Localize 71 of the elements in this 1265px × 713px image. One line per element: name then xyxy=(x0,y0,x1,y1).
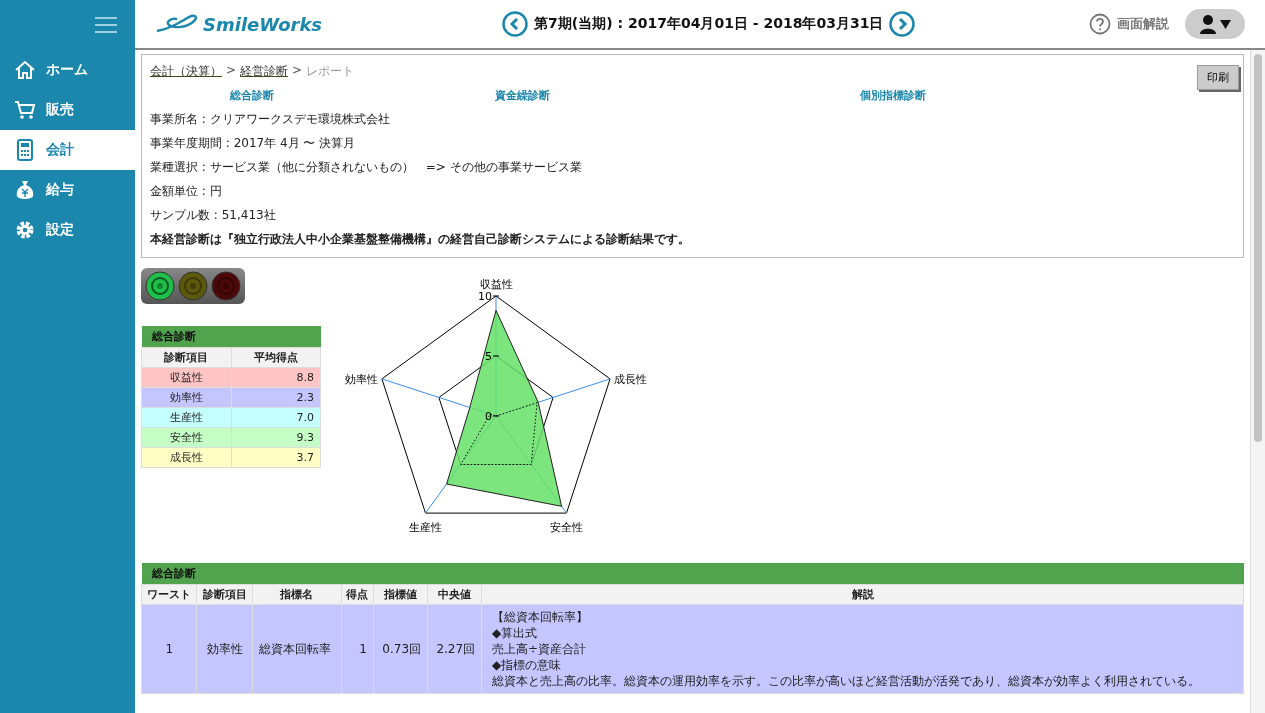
breadcrumb-link[interactable]: 経営診断 xyxy=(240,63,289,80)
table-cell: 収益性 xyxy=(141,367,231,388)
breadcrumb-separator: > xyxy=(292,63,303,79)
help-icon xyxy=(1089,13,1111,35)
caret-icon xyxy=(1220,19,1231,29)
table-title: 総合診断 xyxy=(141,563,1244,585)
column-header: 診断項目 xyxy=(196,584,253,605)
info-line: 業種選択 : サービス業（他に分類されないもの） => その他の事業サービス業 xyxy=(150,159,583,176)
axis-label: 効率性 xyxy=(344,372,378,386)
table-cell: 1 xyxy=(141,604,197,694)
logo[interactable]: SmileWorks xyxy=(155,13,323,35)
sidebar-item[interactable]: ホーム xyxy=(0,50,135,90)
previous-button[interactable] xyxy=(502,11,529,37)
column-header: 指標値 xyxy=(373,584,428,605)
user-icon xyxy=(1199,14,1217,34)
explanation-line: ◆算出式 xyxy=(492,625,539,641)
table-cell: 効率性 xyxy=(141,387,231,408)
sidebar-item[interactable]: 給与 xyxy=(0,170,135,210)
settings-icon xyxy=(14,219,36,241)
explanation-line: 【総資本回転率】 xyxy=(492,609,590,625)
menu-icon[interactable] xyxy=(95,16,117,34)
column-header: 解説 xyxy=(481,584,1244,605)
notice-text: 本経営診断は『独立行政法人中小企業基盤整備機構』の経営自己診断システムによる診断結果です。 xyxy=(150,231,691,248)
column-header: 診断項目 xyxy=(141,347,231,368)
info-line: 事業年度期間 : 2017年 4月 〜 決算月 xyxy=(150,135,357,152)
info-line: サンプル数 : 51,413社 xyxy=(150,207,277,224)
table-cell: 成長性 xyxy=(141,447,231,468)
breadcrumb-current: レポート xyxy=(306,63,355,80)
scrollbar[interactable] xyxy=(1250,50,1265,713)
sidebar-item[interactable]: 会計 xyxy=(0,130,135,170)
info-line: 事業所名 : クリアワークスデモ環境株式会社 xyxy=(150,111,391,128)
period-label: 第7期(当期) : 2017年04月01日 - 2018年03月31日 xyxy=(534,15,884,33)
column-header: 得点 xyxy=(341,584,374,605)
table-cell: 0.73回 xyxy=(373,604,428,694)
explanation-line: ◆指標の意味 xyxy=(492,657,563,673)
explanation-line: 総資本と売上高の比率。総資本の運用効率を示す。この比率が高いほど経営活動が活発であり、総資本が効率よく利用されている。 xyxy=(492,673,1202,689)
table-cell: 安全性 xyxy=(141,427,231,448)
axis-label: 成長性 xyxy=(614,372,648,386)
sidebar-item[interactable]: 販売 xyxy=(0,90,135,130)
report-link[interactable]: 資金繰診断 xyxy=(495,88,550,103)
report-link[interactable]: 総合診断 xyxy=(230,88,274,103)
print-button[interactable]: 印刷 xyxy=(1197,65,1239,90)
table-cell: 総資本回転率 xyxy=(252,604,342,694)
money-bag-icon xyxy=(14,179,36,201)
table-cell: 効率性 xyxy=(196,604,253,694)
breadcrumb-separator: > xyxy=(226,63,237,79)
table-cell: 生産性 xyxy=(141,407,231,428)
report-link[interactable]: 個別指標診断 xyxy=(860,88,926,103)
column-header: 指標名 xyxy=(252,584,342,605)
calculator-icon xyxy=(14,139,36,161)
next-button[interactable] xyxy=(889,11,916,37)
column-header: 中央値 xyxy=(427,584,482,605)
tick-label: 5 xyxy=(485,350,492,363)
info-line: 金額単位 : 円 xyxy=(150,183,223,200)
breadcrumb-link[interactable]: 会計（決算） xyxy=(150,63,222,80)
axis-label: 安全性 xyxy=(550,521,584,535)
help-link[interactable]: 画面解説 xyxy=(1089,13,1169,35)
tick-label: 0 xyxy=(485,410,492,423)
table-cell: 1 xyxy=(341,604,374,694)
table-title: 総合診断 xyxy=(141,326,321,348)
tick-label: 10 xyxy=(478,290,492,303)
home-icon xyxy=(14,60,36,80)
user-menu-button[interactable] xyxy=(1185,9,1245,39)
cart-icon xyxy=(14,100,36,120)
column-header: 平均得点 xyxy=(231,347,321,368)
table-cell: 2.27回 xyxy=(427,604,482,694)
explanation-line: 売上高÷資産合計 xyxy=(492,641,588,657)
axis-label: 収益性 xyxy=(479,278,513,291)
axis-label: 生産性 xyxy=(408,521,442,535)
column-header: ワースト xyxy=(141,584,197,605)
sidebar-item[interactable]: 設定 xyxy=(0,210,135,250)
